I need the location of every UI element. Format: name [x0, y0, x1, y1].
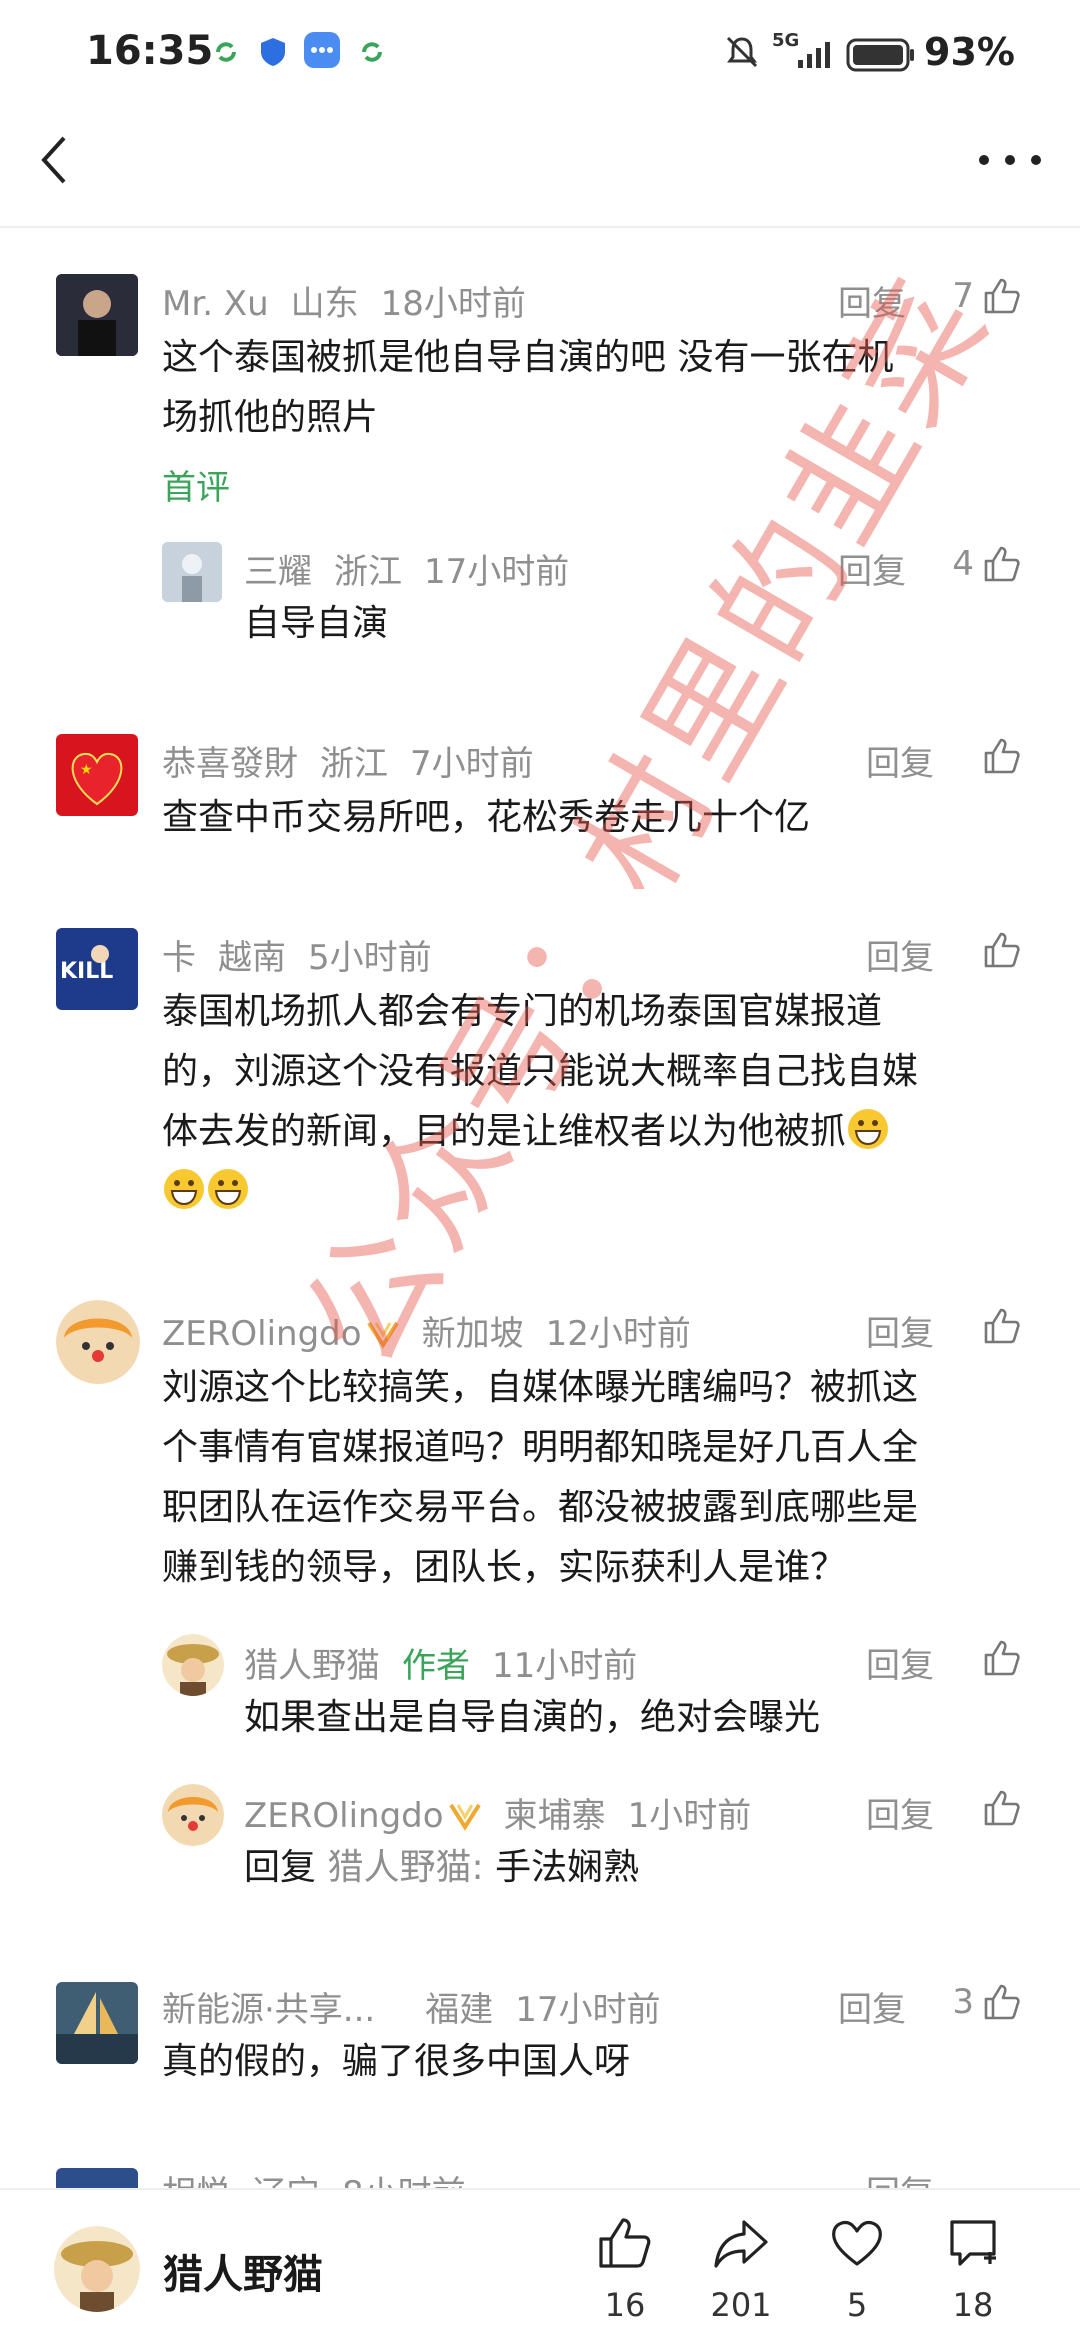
thumbs-up-icon[interactable] [982, 276, 1022, 316]
comment-username[interactable]: 相悦 [162, 2174, 230, 2188]
comment-username[interactable]: 新能源·共享... [162, 1990, 375, 2030]
grin-emoji-icon [164, 1169, 204, 1209]
comment-time: 5小时前 [308, 938, 432, 978]
app-sync-icon [216, 42, 236, 62]
reply-avatar[interactable] [162, 1784, 224, 1846]
shield-icon [261, 38, 285, 66]
avatar[interactable] [56, 1982, 138, 2064]
comment-username[interactable]: 卡 [162, 938, 196, 978]
like-count: 3 [952, 1982, 974, 2022]
reply-button[interactable]: 回复 [866, 2168, 934, 2188]
like-icon[interactable] [596, 2214, 654, 2272]
comment-time: 18小时前 [380, 284, 526, 324]
author-name[interactable]: 猎人野猫 [163, 2242, 323, 2300]
comment-count: 18 [952, 2286, 994, 2324]
thumbs-up-icon[interactable] [982, 930, 1022, 970]
reply-button[interactable]: 回复 [866, 1788, 934, 1837]
mute-bell-icon [726, 36, 758, 68]
favorite-count: 5 [846, 2286, 868, 2324]
reply-location: 浙江 [334, 552, 402, 592]
comment-location: 浙江 [320, 744, 388, 784]
comment-meta: 卡越南 5小时前 [162, 930, 432, 979]
thumbs-up-icon[interactable] [982, 1638, 1022, 1678]
first-comment-tag: 首评 [162, 468, 230, 508]
reply-meta: ZEROlingdo 柬埔寨 1小时前 [244, 1788, 751, 1837]
bottom-action-bar [0, 2190, 1080, 2351]
heart-icon[interactable] [828, 2214, 886, 2272]
thumbs-up-icon[interactable] [982, 544, 1022, 584]
reply-meta: 三耀 浙江 17小时前 [244, 544, 569, 593]
reply-text: 回复 猎人野猫: 手法娴熟 [244, 1847, 640, 1888]
comment-location: 山东 [290, 284, 359, 324]
reply-button[interactable]: 回复 [866, 736, 934, 785]
more-options-icon[interactable] [970, 140, 1050, 180]
reply-avatar[interactable] [162, 1634, 224, 1696]
signal-icon [798, 42, 830, 68]
message-icon [304, 32, 340, 68]
comment-username[interactable]: 恭喜發財 [162, 744, 298, 784]
comment-meta: 恭喜發財 浙江 7小时前 [162, 736, 534, 785]
svg-text:★: ★ [80, 762, 93, 778]
avatar[interactable] [56, 1300, 140, 1384]
share-icon[interactable] [712, 2214, 770, 2272]
nav-divider [0, 226, 1080, 228]
comment-icon[interactable] [944, 2214, 1002, 2272]
comment-location: 辽宁 [252, 2174, 320, 2188]
comment-location: 福建 [425, 1990, 494, 2030]
share-count: 201 [710, 2286, 772, 2324]
back-arrow-icon[interactable] [30, 130, 80, 190]
comment-location: 越南 [218, 938, 286, 978]
reply-target-user[interactable]: 猎人野猫: [327, 1847, 483, 1888]
vip-badge-icon [448, 1803, 481, 1831]
app-sync-icon-2 [362, 42, 382, 62]
comment-item: 新能源·共享... 福建 17小时前 回复 3 真的假的，骗了很多中国人呀 [0, 1978, 1080, 2118]
grin-emoji-icon [208, 1169, 248, 1209]
reply-avatar[interactable] [162, 542, 222, 602]
reply-username[interactable]: 猎人野猫 [244, 1646, 380, 1686]
comment-time: 7小时前 [410, 744, 534, 784]
comment-time: 12小时前 [545, 1314, 691, 1354]
like-count: 4 [952, 544, 974, 584]
avatar[interactable]: ★ [56, 734, 138, 816]
comment-meta: 相悦 辽宁 8小时前 [162, 2168, 466, 2188]
author-avatar[interactable] [54, 2226, 140, 2312]
battery-percent: 93% [924, 30, 1015, 74]
reply-time: 1小时前 [627, 1796, 752, 1836]
comment-meta: 新能源·共享... 福建 17小时前 [162, 1982, 661, 2031]
bottom-divider [0, 2188, 1080, 2190]
thumbs-up-icon[interactable] [982, 1306, 1022, 1346]
thumbs-up-icon[interactable] [982, 1788, 1022, 1828]
comment-time: 17小时前 [515, 1990, 661, 2030]
reply-button[interactable]: 回复 [866, 1638, 934, 1687]
reply-meta: 猎人野猫 作者 11小时前 [244, 1638, 637, 1687]
reply-text: 如果查出是自导自演的，绝对会曝光 [244, 1697, 821, 1738]
reply-time: 17小时前 [424, 552, 570, 592]
like-count: 16 [604, 2286, 646, 2324]
reply-location: 柬埔寨 [503, 1796, 606, 1836]
comment-text: 刘源这个比较搞笑，自媒体曝光瞎编吗？被抓这 个事情有官媒报道吗？明明都知晓是好几… [162, 1367, 919, 1588]
avatar[interactable] [56, 2168, 138, 2188]
avatar[interactable] [56, 274, 138, 356]
reply-button[interactable]: 回复 [866, 1306, 934, 1355]
author-tag: 作者 [402, 1646, 470, 1686]
comment-text: 真的假的，骗了很多中国人呀 [162, 2041, 631, 2082]
reply-button[interactable]: 回复 [838, 1982, 906, 2031]
status-time: 16:35 [86, 28, 214, 74]
battery-icon [846, 38, 914, 72]
reply-button[interactable]: 回复 [866, 930, 934, 979]
avatar[interactable]: KILL [56, 928, 138, 1010]
svg-text:KILL: KILL [60, 959, 113, 984]
thumbs-up-icon[interactable] [982, 736, 1022, 776]
comment-time: 8小时前 [342, 2174, 466, 2188]
reply-username[interactable]: ZEROlingdo [244, 1796, 444, 1836]
thumbs-up-icon[interactable] [982, 1982, 1022, 2022]
grin-emoji-icon [848, 1109, 889, 1149]
comment-item: ZEROlingdo 新加坡 12小时前 回复 刘源这个比较搞笑，自媒体曝光瞎编吗？… [0, 1290, 1080, 1910]
comment-item-partial: 相悦 辽宁 8小时前 回复 [0, 2168, 1080, 2188]
comment-meta: Mr. Xu 山东 18小时前 [162, 276, 526, 325]
comment-username[interactable]: Mr. Xu [162, 284, 269, 324]
reply-username[interactable]: 三耀 [244, 552, 312, 592]
reply-time: 11小时前 [492, 1646, 638, 1686]
reply-text: 自导自演 [244, 603, 389, 644]
